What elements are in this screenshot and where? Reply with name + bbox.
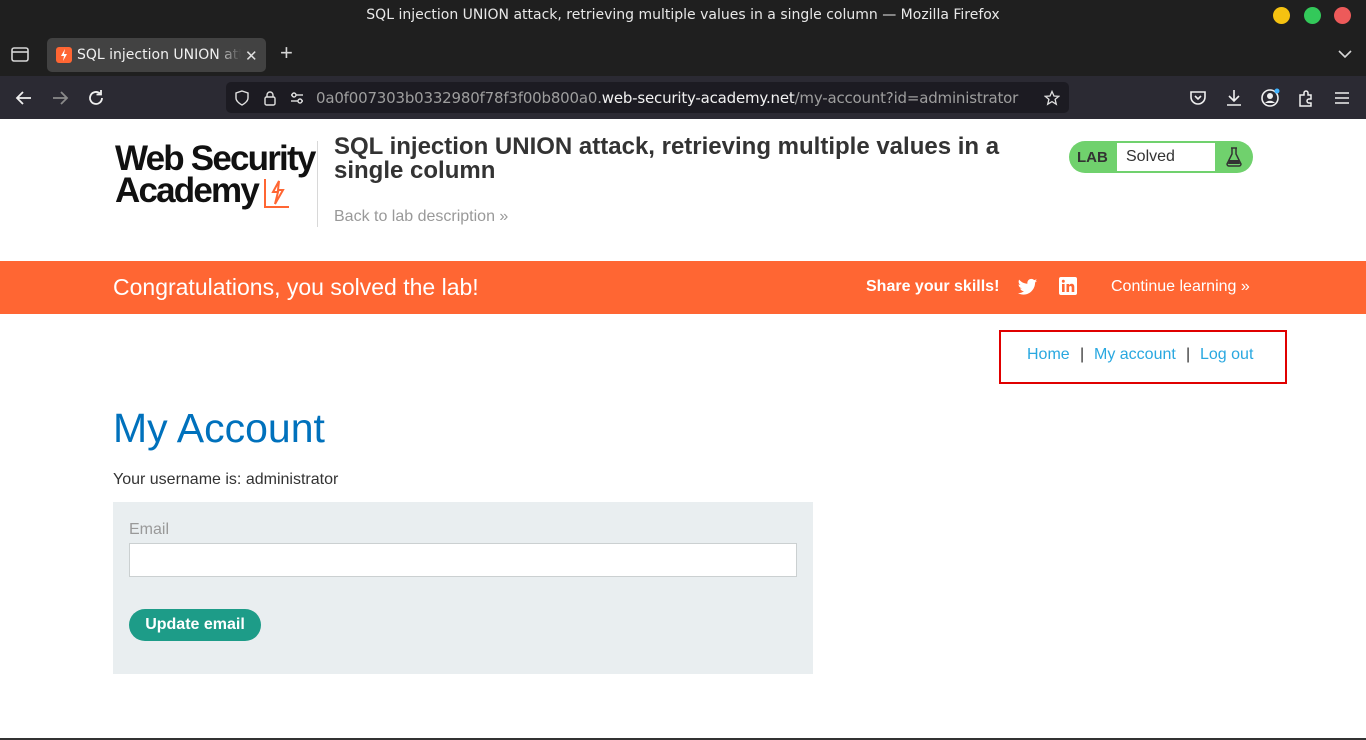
lab-status: Solved	[1117, 143, 1215, 171]
page-title: My Account	[113, 405, 325, 451]
download-icon[interactable]	[1223, 87, 1245, 109]
logo-line-2: Academy	[115, 171, 260, 210]
tab-favicon-icon	[56, 47, 72, 63]
logo-bolt-icon	[264, 179, 289, 208]
account-icon[interactable]	[1259, 87, 1281, 109]
congratulations-message: Congratulations, you solved the lab!	[113, 274, 479, 300]
web-page: Web Security Academy SQL injection UNION…	[0, 119, 1366, 740]
url-bar[interactable]: 0a0f007303b0332980f78f3f00b800a0.web-sec…	[226, 82, 1069, 113]
chevron-down-icon[interactable]	[1337, 46, 1353, 62]
web-security-academy-logo[interactable]: Web Security Academy	[115, 139, 316, 211]
minimize-button[interactable]	[1273, 7, 1290, 24]
bookmark-star-icon[interactable]	[1044, 90, 1060, 106]
new-tab-button[interactable]: +	[280, 42, 293, 64]
firefox-view-icon[interactable]	[10, 44, 30, 64]
header-divider	[317, 141, 318, 227]
nav-separator: |	[1080, 346, 1085, 363]
permissions-icon[interactable]	[289, 90, 305, 106]
log-out-link[interactable]: Log out	[1200, 346, 1253, 364]
url-path: /my-account?id=administrator	[794, 89, 1019, 107]
lock-icon[interactable]	[262, 90, 278, 106]
lab-label: LAB	[1077, 149, 1108, 166]
email-label: Email	[129, 521, 170, 538]
nav-separator: |	[1186, 346, 1191, 363]
reload-icon[interactable]	[85, 87, 107, 109]
tab-strip: SQL injection UNION attack, retrieving m…	[0, 32, 1366, 76]
username-text: Your username is: administrator	[113, 471, 339, 488]
url-subdomain: 0a0f007303b0332980f78f3f00b800a0.	[316, 89, 602, 107]
lab-status-badge: LAB Solved	[1069, 141, 1253, 173]
email-field[interactable]	[129, 543, 797, 577]
back-arrow-icon[interactable]	[13, 87, 35, 109]
window-titlebar: SQL injection UNION attack, retrieving m…	[0, 0, 1366, 32]
continue-learning-link[interactable]: Continue learning »	[1111, 278, 1250, 296]
home-link[interactable]: Home	[1027, 346, 1070, 364]
linkedin-icon[interactable]	[1059, 277, 1077, 295]
share-skills-label: Share your skills!	[866, 278, 1000, 295]
update-email-button[interactable]: Update email	[129, 609, 261, 641]
account-nav-highlighted: Home | My account | Log out	[999, 330, 1287, 384]
solved-banner: Congratulations, you solved the lab! Sha…	[0, 261, 1366, 314]
url-host: web-security-academy.net	[601, 89, 795, 107]
extensions-icon[interactable]	[1295, 87, 1317, 109]
url-text: 0a0f007303b0332980f78f3f00b800a0.web-sec…	[316, 89, 1018, 107]
my-account-link[interactable]: My account	[1094, 346, 1176, 364]
tab-title: SQL injection UNION attack, retrieving m…	[77, 47, 241, 63]
shield-icon[interactable]	[234, 90, 250, 106]
close-window-button[interactable]	[1334, 7, 1351, 24]
maximize-button[interactable]	[1304, 7, 1321, 24]
update-email-form: Email Update email	[113, 502, 813, 674]
twitter-icon[interactable]	[1018, 277, 1038, 297]
menu-icon[interactable]	[1331, 87, 1353, 109]
pocket-icon[interactable]	[1187, 87, 1209, 109]
flask-icon	[1226, 147, 1242, 167]
back-to-lab-description-link[interactable]: Back to lab description »	[334, 208, 508, 226]
navigation-toolbar: 0a0f007303b0332980f78f3f00b800a0.web-sec…	[0, 76, 1366, 119]
forward-arrow-icon[interactable]	[49, 87, 71, 109]
tab-close-icon[interactable]: ✕	[245, 47, 258, 65]
active-tab[interactable]: SQL injection UNION attack, retrieving m…	[47, 38, 266, 72]
window-title: SQL injection UNION attack, retrieving m…	[366, 7, 1000, 23]
lab-title: SQL injection UNION attack, retrieving m…	[334, 133, 1000, 184]
